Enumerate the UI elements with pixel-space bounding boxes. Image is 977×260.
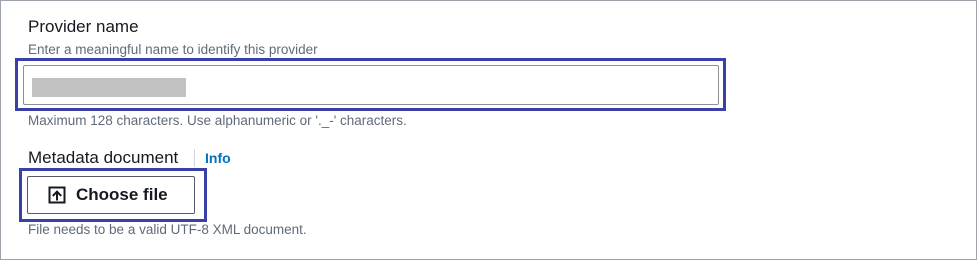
metadata-constraint: File needs to be a valid UTF-8 XML docum… [28, 222, 307, 237]
choose-file-button[interactable]: Choose file [27, 176, 195, 214]
metadata-info-link[interactable]: Info [205, 150, 231, 166]
label-divider [194, 149, 195, 167]
choose-file-label: Choose file [76, 185, 168, 204]
provider-name-label: Provider name [28, 17, 139, 36]
form-panel: Provider name Enter a meaningful name to… [0, 0, 977, 260]
provider-name-description: Enter a meaningful name to identify this… [28, 42, 318, 57]
redacted-value [32, 78, 186, 97]
provider-name-constraint: Maximum 128 characters. Use alphanumeric… [28, 113, 407, 128]
provider-name-input[interactable] [23, 65, 719, 105]
metadata-document-label: Metadata document [28, 148, 179, 167]
upload-icon [48, 186, 66, 204]
